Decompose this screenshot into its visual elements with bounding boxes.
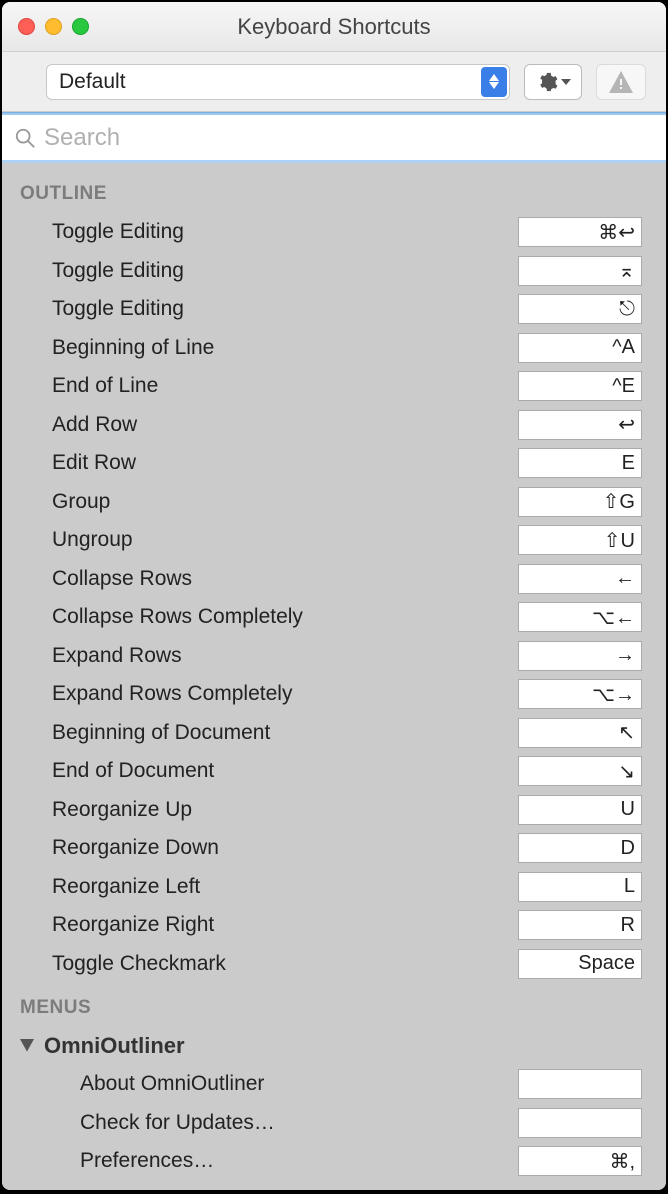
- shortcut-label: Toggle Checkmark: [2, 952, 518, 976]
- close-button[interactable]: [18, 18, 35, 35]
- shortcut-field[interactable]: ^E: [518, 371, 642, 401]
- action-menu-button[interactable]: [524, 64, 582, 100]
- shortcut-field[interactable]: ⌥←: [518, 602, 642, 632]
- shortcut-row: Toggle CheckmarkSpace: [2, 945, 666, 984]
- shortcut-row: Reorganize UpU: [2, 791, 666, 830]
- shortcut-label: Group: [2, 490, 518, 514]
- shortcut-label: Reorganize Up: [2, 798, 518, 822]
- shortcut-row: Expand Rows→: [2, 637, 666, 676]
- shortcut-row: Preferences…⌘,: [2, 1142, 666, 1181]
- shortcut-field[interactable]: ^A: [518, 333, 642, 363]
- shortcut-field[interactable]: ⌘,: [518, 1146, 642, 1176]
- disclosure-triangle-icon: [20, 1039, 34, 1053]
- shortcut-label: Reorganize Right: [2, 913, 518, 937]
- warning-icon: [609, 71, 633, 93]
- search-input[interactable]: [44, 124, 654, 152]
- section-header-menus: MENUS: [2, 983, 666, 1027]
- minimize-button[interactable]: [45, 18, 62, 35]
- shortcut-field[interactable]: Space: [518, 949, 642, 979]
- shortcut-label: Reorganize Left: [2, 875, 518, 899]
- shortcut-field[interactable]: ←: [518, 564, 642, 594]
- shortcut-field[interactable]: [518, 1108, 642, 1138]
- shortcut-label: Check for Updates…: [2, 1111, 518, 1135]
- shortcut-field[interactable]: ⇧G: [518, 487, 642, 517]
- shortcut-row: Reorganize LeftL: [2, 868, 666, 907]
- shortcut-row: End of Document↘: [2, 752, 666, 791]
- shortcut-row: Ungroup⇧U: [2, 521, 666, 560]
- shortcut-row: Reorganize DownD: [2, 829, 666, 868]
- menu-group-row[interactable]: OmniOutliner: [2, 1027, 666, 1065]
- shortcut-field[interactable]: ⌘↩: [518, 217, 642, 247]
- shortcut-label: Expand Rows Completely: [2, 682, 518, 706]
- shortcut-row: Check for Updates…: [2, 1104, 666, 1143]
- chevron-down-icon: [561, 79, 571, 85]
- shortcut-row: Collapse Rows←: [2, 560, 666, 599]
- shortcut-field[interactable]: ↘: [518, 756, 642, 786]
- shortcut-label: Collapse Rows: [2, 567, 518, 591]
- warning-button[interactable]: [596, 64, 646, 100]
- shortcut-field[interactable]: D: [518, 833, 642, 863]
- shortcut-label: About OmniOutliner: [2, 1072, 518, 1096]
- preferences-window: Keyboard Shortcuts Default OUTLINE Toggl…: [2, 2, 666, 1190]
- shortcut-field[interactable]: [518, 1069, 642, 1099]
- preset-select[interactable]: Default: [46, 64, 510, 100]
- shortcut-label: Toggle Editing: [2, 220, 518, 244]
- shortcut-row: Collapse Rows Completely⌥←: [2, 598, 666, 637]
- shortcut-label: Beginning of Document: [2, 721, 518, 745]
- shortcut-label: Expand Rows: [2, 644, 518, 668]
- shortcut-row: Beginning of Line^A: [2, 329, 666, 368]
- shortcut-label: Ungroup: [2, 528, 518, 552]
- select-arrows-icon: [481, 67, 507, 97]
- shortcut-field[interactable]: ⎋: [518, 294, 642, 324]
- shortcut-label: Collapse Rows Completely: [2, 605, 518, 629]
- shortcut-row: About OmniOutliner: [2, 1065, 666, 1104]
- shortcut-list: OUTLINE Toggle Editing⌘↩Toggle Editing⌅T…: [2, 163, 666, 1190]
- shortcut-field[interactable]: ⌅: [518, 256, 642, 286]
- shortcut-label: Add Row: [2, 413, 518, 437]
- shortcut-label: Toggle Editing: [2, 297, 518, 321]
- shortcut-label: Preferences…: [2, 1149, 518, 1173]
- shortcut-row: Edit RowE: [2, 444, 666, 483]
- shortcut-row: Expand Rows Completely⌥→: [2, 675, 666, 714]
- traffic-lights: [2, 18, 89, 35]
- shortcut-label: End of Line: [2, 374, 518, 398]
- shortcut-field[interactable]: L: [518, 872, 642, 902]
- shortcut-row: Toggle Editing⌘↩: [2, 213, 666, 252]
- shortcut-field[interactable]: ⇧U: [518, 525, 642, 555]
- shortcut-field[interactable]: →: [518, 641, 642, 671]
- shortcut-field[interactable]: E: [518, 448, 642, 478]
- shortcut-label: Edit Row: [2, 451, 518, 475]
- shortcut-label: Reorganize Down: [2, 836, 518, 860]
- search-icon: [14, 127, 36, 149]
- shortcut-row: Toggle Editing⎋: [2, 290, 666, 329]
- shortcut-row: Add Row↩: [2, 406, 666, 445]
- shortcut-field[interactable]: ↩: [518, 410, 642, 440]
- shortcut-row: End of Line^E: [2, 367, 666, 406]
- shortcut-label: Toggle Editing: [2, 259, 518, 283]
- search-row: [2, 115, 666, 163]
- gear-icon: [536, 71, 558, 93]
- zoom-button[interactable]: [72, 18, 89, 35]
- shortcut-row: Toggle Editing⌅: [2, 252, 666, 291]
- shortcut-row: Group⇧G: [2, 483, 666, 522]
- shortcut-field[interactable]: R: [518, 910, 642, 940]
- shortcut-label: Beginning of Line: [2, 336, 518, 360]
- titlebar: Keyboard Shortcuts: [2, 2, 666, 52]
- shortcut-field[interactable]: ↖: [518, 718, 642, 748]
- shortcut-label: End of Document: [2, 759, 518, 783]
- preset-label: Default: [59, 70, 481, 94]
- shortcut-row: Beginning of Document↖: [2, 714, 666, 753]
- shortcut-field[interactable]: ⌥→: [518, 679, 642, 709]
- menu-group-title: OmniOutliner: [44, 1033, 185, 1059]
- window-title: Keyboard Shortcuts: [2, 14, 666, 40]
- shortcut-field[interactable]: U: [518, 795, 642, 825]
- toolbar: Default: [2, 52, 666, 112]
- section-header-outline: OUTLINE: [2, 177, 666, 213]
- shortcut-row: Reorganize RightR: [2, 906, 666, 945]
